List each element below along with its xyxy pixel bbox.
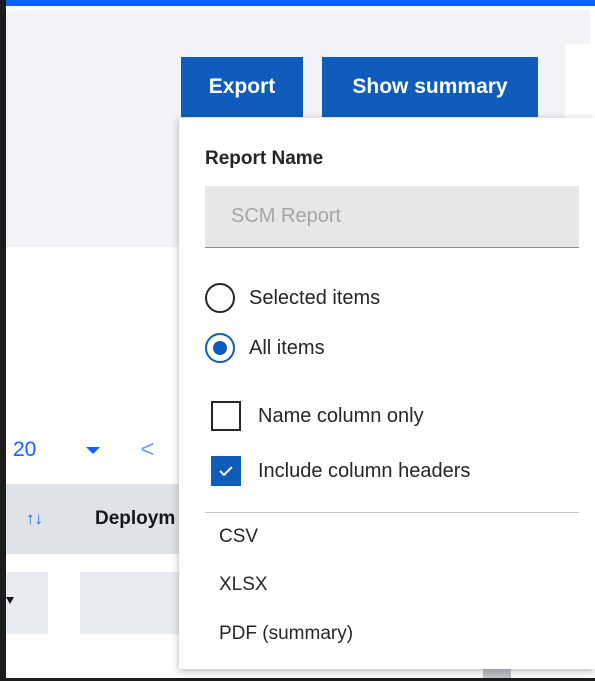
radio-all-items[interactable]: All items bbox=[205, 333, 325, 363]
format-pdf-summary[interactable]: PDF (summary) bbox=[219, 623, 353, 645]
radio-label: All items bbox=[249, 336, 325, 359]
checkmark-icon bbox=[219, 466, 233, 477]
format-xlsx[interactable]: XLSX bbox=[219, 574, 268, 596]
page-size-value[interactable]: 20 bbox=[13, 438, 36, 462]
previous-page-icon[interactable]: < bbox=[140, 436, 154, 464]
export-panel: Report Name Selected items All items Nam… bbox=[179, 118, 595, 669]
radio-selected-dot bbox=[213, 341, 227, 355]
radio-button[interactable] bbox=[205, 283, 235, 313]
checkbox-name-column-only[interactable]: Name column only bbox=[211, 401, 424, 431]
checkbox-label: Include column headers bbox=[258, 459, 471, 482]
filter-field[interactable] bbox=[80, 572, 190, 634]
format-csv[interactable]: CSV bbox=[219, 526, 258, 548]
checkbox[interactable] bbox=[211, 401, 241, 431]
radio-label: Selected items bbox=[249, 286, 381, 309]
checkbox[interactable] bbox=[211, 456, 241, 486]
sort-icon[interactable]: ↑↓ bbox=[26, 509, 43, 529]
divider bbox=[205, 512, 579, 513]
chevron-down-icon[interactable] bbox=[6, 597, 14, 604]
header-band bbox=[6, 10, 590, 44]
column-header-deployment[interactable]: Deploym bbox=[95, 508, 175, 530]
checkbox-include-column-headers[interactable]: Include column headers bbox=[211, 456, 470, 486]
show-summary-button[interactable]: Show summary bbox=[322, 57, 538, 117]
radio-selected-items[interactable]: Selected items bbox=[205, 283, 380, 313]
checkbox-label: Name column only bbox=[258, 404, 424, 427]
report-name-label: Report Name bbox=[205, 148, 324, 169]
radio-button[interactable] bbox=[205, 333, 235, 363]
top-accent-line bbox=[6, 0, 595, 6]
page-size-caret-icon[interactable] bbox=[86, 446, 101, 454]
pagination: 20 < bbox=[6, 418, 206, 482]
export-button[interactable]: Export bbox=[181, 57, 303, 117]
report-name-input[interactable] bbox=[205, 186, 579, 248]
